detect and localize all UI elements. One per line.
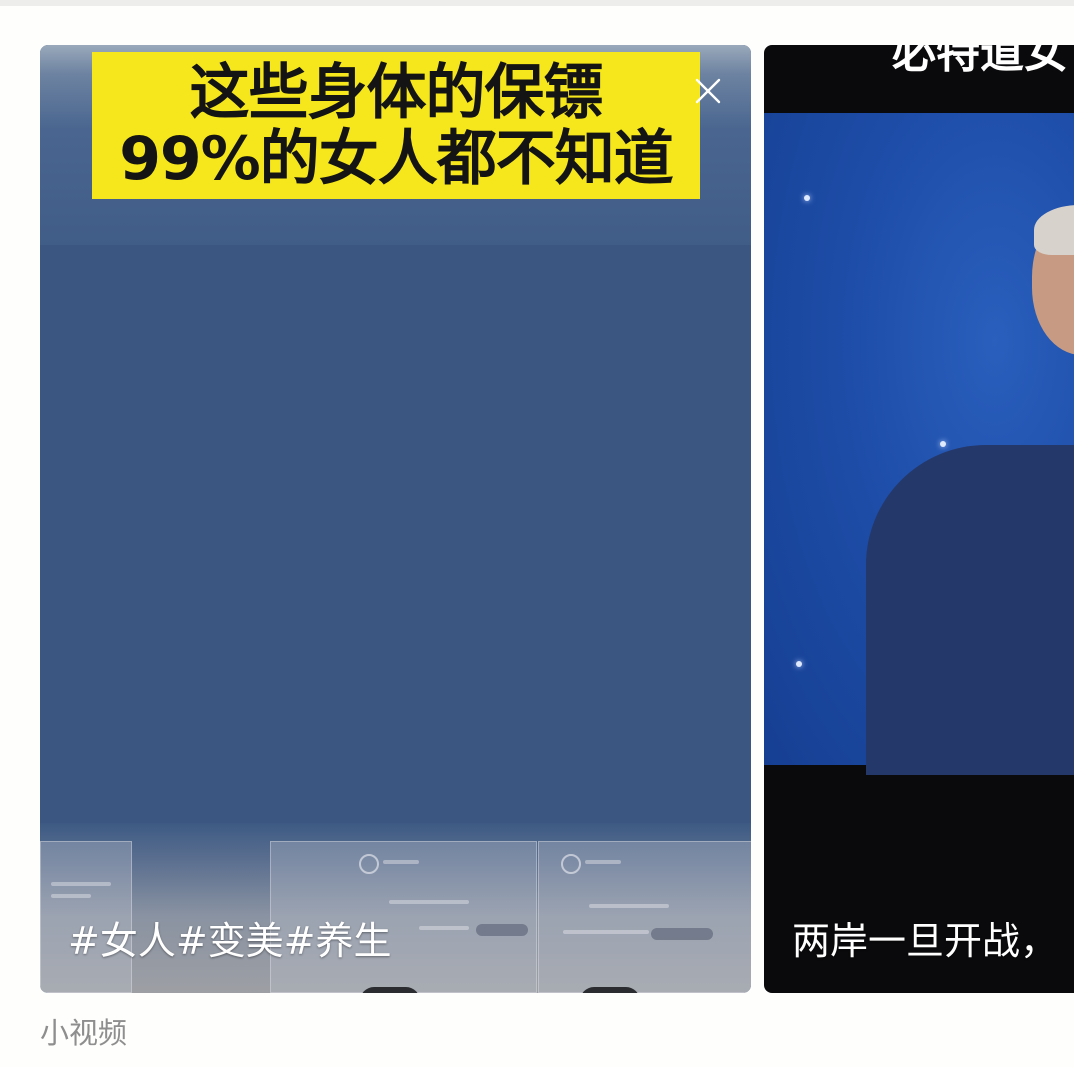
product-line (589, 904, 669, 908)
brand-logo-icon (561, 854, 581, 874)
product-box-right (538, 841, 751, 993)
close-icon[interactable] (690, 73, 726, 109)
background-star (804, 195, 810, 201)
product-bottle (360, 987, 420, 993)
product-bottle (580, 987, 640, 993)
video-card-2[interactable]: 必特道女 两岸一旦开战， (764, 45, 1074, 993)
product-line (419, 926, 469, 930)
close-icon-glyph (695, 78, 721, 104)
product-box-middle (270, 841, 537, 993)
product-line (585, 860, 621, 864)
product-line (563, 930, 649, 934)
product-badge (476, 924, 528, 936)
section-label-short-video[interactable]: 小视频 (40, 1013, 127, 1053)
video-title-line-1: 这些身体的保镖 (189, 57, 604, 128)
video-thumbnail-background (40, 245, 751, 865)
product-box-left (40, 841, 132, 993)
product-badge (651, 928, 713, 940)
background-star (796, 661, 802, 667)
product-line (383, 860, 419, 864)
video-card-1[interactable]: 这些身体的保镖 99%的女人都不知道 #女人#变美#养生 (40, 45, 751, 993)
top-divider (0, 0, 1074, 6)
video-overlay-text: 必特道女 (892, 45, 1068, 78)
product-line (51, 882, 111, 886)
video-caption: #女人#变美#养生 (68, 919, 392, 963)
brand-logo-icon (359, 854, 379, 874)
background-star (940, 441, 946, 447)
video-title-line-2: 99%的女人都不知道 (119, 123, 674, 194)
video-caption: 两岸一旦开战， (792, 919, 1059, 963)
product-line (389, 900, 469, 904)
video-title-banner: 这些身体的保镖 99%的女人都不知道 (92, 52, 700, 199)
presenter-suit (866, 445, 1074, 775)
product-line (51, 894, 91, 898)
